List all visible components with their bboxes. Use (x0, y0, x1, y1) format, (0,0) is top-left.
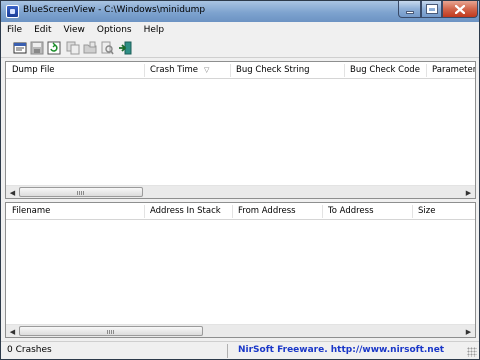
maximize-icon (425, 4, 438, 14)
scroll-grip (107, 330, 115, 334)
horizontal-scrollbar[interactable]: ◀ ▶ (6, 185, 475, 198)
crash-list-pane[interactable]: Dump File Crash Time ▽ Bug Check String … (5, 61, 476, 199)
menu-options[interactable]: Options (97, 25, 132, 35)
crash-count: 0 Crashes (7, 345, 52, 355)
app-icon[interactable] (6, 5, 19, 18)
find-icon (101, 41, 114, 54)
exit-icon (119, 41, 132, 54)
column-filename[interactable]: Filename (6, 203, 50, 220)
maximize-button[interactable] (421, 1, 442, 18)
close-button[interactable] (442, 1, 478, 18)
nirsoft-link[interactable]: NirSoft Freeware. http://www.nirsoft.net (238, 345, 444, 355)
sort-arrow-icon: ▽ (204, 66, 210, 74)
open-folder-icon (83, 41, 97, 53)
column-from-address[interactable]: From Address (232, 203, 296, 220)
scroll-right-icon[interactable]: ▶ (462, 186, 475, 198)
module-list-header: Filename Address In Stack From Address T… (6, 203, 475, 220)
app-window: BlueScreenView - C:\Windows\minidump Fil… (0, 0, 480, 360)
horizontal-scrollbar[interactable]: ◀ ▶ (6, 324, 475, 337)
refresh-button[interactable] (46, 40, 62, 55)
find-button[interactable] (99, 40, 115, 55)
menu-file[interactable]: File (7, 25, 22, 35)
menu-help[interactable]: Help (144, 25, 165, 35)
scroll-thumb[interactable] (19, 187, 143, 197)
minimize-icon (405, 10, 414, 14)
column-size[interactable]: Size (412, 203, 435, 220)
scroll-grip (77, 191, 85, 195)
resize-grip-icon[interactable] (467, 347, 477, 357)
menu-bar: File Edit View Options Help (1, 22, 479, 38)
window-title: BlueScreenView - C:\Windows\minidump (23, 5, 206, 15)
column-address-in-stack[interactable]: Address In Stack (144, 203, 221, 220)
module-list-pane[interactable]: Filename Address In Stack From Address T… (5, 202, 476, 338)
save-icon (30, 41, 44, 54)
column-bug-check-string[interactable]: Bug Check String (230, 62, 310, 79)
properties-button[interactable] (12, 40, 28, 55)
minimize-button[interactable] (398, 1, 421, 18)
column-crash-time[interactable]: Crash Time (144, 62, 198, 79)
scroll-left-icon[interactable]: ◀ (6, 325, 19, 337)
title-bar[interactable]: BlueScreenView - C:\Windows\minidump (1, 1, 479, 22)
status-bar: 0 Crashes NirSoft Freeware. http://www.n… (1, 341, 479, 359)
properties-icon (13, 42, 27, 53)
menu-view[interactable]: View (64, 25, 85, 35)
column-bug-check-code[interactable]: Bug Check Code (344, 62, 420, 79)
toolbar (1, 38, 479, 58)
copy-button[interactable] (65, 40, 81, 55)
save-button[interactable] (29, 40, 45, 55)
column-parameter[interactable]: Parameter (426, 62, 475, 79)
menu-edit[interactable]: Edit (34, 25, 51, 35)
scroll-left-icon[interactable]: ◀ (6, 186, 19, 198)
refresh-icon (47, 41, 61, 54)
column-dump-file[interactable]: Dump File (6, 62, 55, 79)
status-divider (227, 344, 228, 358)
open-folder-button[interactable] (82, 40, 98, 55)
exit-button[interactable] (117, 40, 133, 55)
copy-icon (66, 41, 80, 54)
close-icon (455, 4, 465, 14)
scroll-thumb[interactable] (19, 326, 203, 336)
crash-list-header: Dump File Crash Time ▽ Bug Check String … (6, 62, 475, 79)
scroll-right-icon[interactable]: ▶ (462, 325, 475, 337)
column-to-address[interactable]: To Address (322, 203, 374, 220)
